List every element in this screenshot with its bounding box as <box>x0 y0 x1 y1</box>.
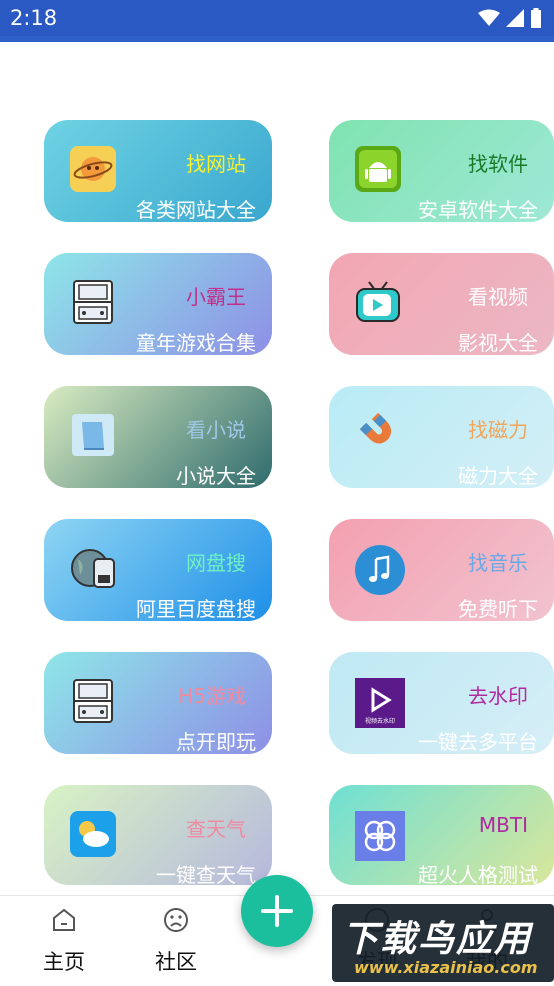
android-icon <box>355 146 401 192</box>
card-find-music[interactable]: 找音乐 免费听下 <box>329 519 554 621</box>
globe-drive-icon <box>70 545 116 591</box>
music-note-icon <box>355 545 405 595</box>
card-find-software[interactable]: 找软件 安卓软件大全 <box>329 120 554 222</box>
card-h5-games[interactable]: H5游戏 点开即玩 <box>44 652 272 754</box>
card-title: 查天气 <box>186 817 246 841</box>
card-netdisk-search[interactable]: 网盘搜 阿里百度盘搜 <box>44 519 272 621</box>
card-subtitle: 安卓软件大全 <box>418 198 538 222</box>
card-subtitle: 一键去多平台 <box>418 730 538 754</box>
card-title: 小霸王 <box>186 285 246 309</box>
status-bar: 2:18 <box>0 0 554 36</box>
watermark-badge-text: 视频去水印 <box>365 717 395 725</box>
card-find-magnet[interactable]: 找磁力 磁力大全 <box>329 386 554 488</box>
card-title: 看小说 <box>186 418 246 442</box>
card-subtitle: 影视大全 <box>458 331 538 355</box>
card-subtitle: 阿里百度盘搜 <box>136 597 256 621</box>
handheld-console-icon <box>70 279 116 325</box>
card-subtitle: 超火人格测试 <box>418 863 538 885</box>
card-subtitle: 免费听下 <box>458 597 538 621</box>
wifi-icon <box>478 9 500 26</box>
card-title: H5游戏 <box>178 684 246 708</box>
card-title: MBTI <box>478 813 528 837</box>
clover-icon <box>355 811 405 861</box>
battery-icon <box>531 8 541 28</box>
sad-face-icon <box>164 908 188 932</box>
card-read-novel[interactable]: 看小说 小说大全 <box>44 386 272 488</box>
book-icon <box>70 412 116 458</box>
status-icons <box>478 8 542 28</box>
card-title: 看视频 <box>468 285 528 309</box>
add-fab-button[interactable] <box>241 875 313 947</box>
card-title: 找磁力 <box>468 418 528 442</box>
plus-icon <box>261 895 293 927</box>
card-subtitle: 各类网站大全 <box>136 198 256 222</box>
card-title: 网盘搜 <box>186 551 246 575</box>
card-xiaobawang[interactable]: 小霸王 童年游戏合集 <box>44 253 272 355</box>
card-title: 找网站 <box>186 152 246 176</box>
card-check-weather[interactable]: 查天气 一键查天气 <box>44 785 272 885</box>
watermark-title: 下载鸟应用 <box>342 919 533 960</box>
nav-community[interactable]: 社区 <box>141 906 211 976</box>
site-watermark: 下载鸟应用 www.xiazainiao.com <box>332 904 554 982</box>
card-title: 找软件 <box>468 152 528 176</box>
signal-icon <box>506 9 524 27</box>
nav-label: 主页 <box>43 950 85 974</box>
card-mbti[interactable]: MBTI 超火人格测试 <box>329 785 554 885</box>
home-icon <box>53 908 75 931</box>
header-accent-line <box>0 36 554 42</box>
card-remove-watermark[interactable]: 视频去水印 去水印 一键去多平台 <box>329 652 554 754</box>
card-subtitle: 小说大全 <box>176 464 256 488</box>
card-subtitle: 童年游戏合集 <box>136 331 256 355</box>
nav-home[interactable]: 主页 <box>29 906 99 976</box>
video-watermark-icon: 视频去水印 <box>355 678 405 728</box>
card-title: 找音乐 <box>468 551 528 575</box>
handheld-console-icon <box>70 678 116 724</box>
weather-icon <box>70 811 116 857</box>
planet-icon <box>70 146 116 192</box>
nav-label: 社区 <box>155 950 197 974</box>
watermark-url: www.xiazainiao.com <box>354 958 538 977</box>
card-subtitle: 点开即玩 <box>176 730 256 754</box>
card-title: 去水印 <box>468 684 528 708</box>
tv-play-icon <box>355 279 401 325</box>
status-time: 2:18 <box>10 6 58 30</box>
card-subtitle: 磁力大全 <box>458 464 538 488</box>
card-watch-video[interactable]: 看视频 影视大全 <box>329 253 554 355</box>
card-find-website[interactable]: 找网站 各类网站大全 <box>44 120 272 222</box>
magnet-icon <box>355 412 401 458</box>
